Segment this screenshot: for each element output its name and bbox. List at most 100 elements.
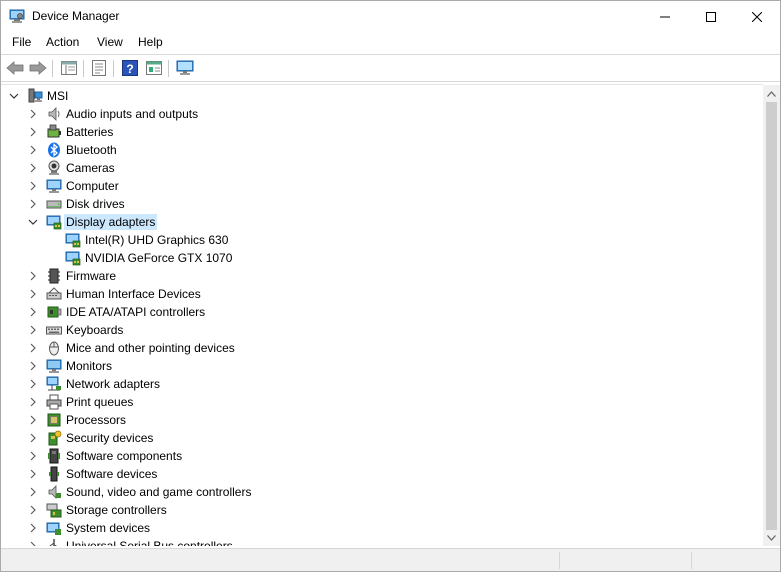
chevron-right-icon[interactable] xyxy=(27,126,39,138)
chevron-right-icon[interactable] xyxy=(27,378,39,390)
chevron-right-icon[interactable] xyxy=(27,486,39,498)
chevron-down-icon[interactable] xyxy=(27,216,39,228)
tree-item-monitors[interactable]: Monitors xyxy=(1,357,763,375)
tree-item-processors[interactable]: Processors xyxy=(1,411,763,429)
firmware-icon xyxy=(46,268,62,284)
chevron-right-icon[interactable] xyxy=(27,144,39,156)
chevron-right-icon[interactable] xyxy=(27,540,39,546)
minimize-button[interactable] xyxy=(642,1,688,32)
chevron-right-icon[interactable] xyxy=(27,468,39,480)
chevron-right-icon[interactable] xyxy=(27,360,39,372)
scroll-down-button[interactable] xyxy=(763,529,780,546)
tree-item-label: IDE ATA/ATAPI controllers xyxy=(66,305,206,319)
tree-item-audio-inputs-and-outputs[interactable]: Audio inputs and outputs xyxy=(1,105,763,123)
chevron-right-icon[interactable] xyxy=(27,504,39,516)
help-button[interactable]: ? xyxy=(120,59,140,77)
display-adapter-icon xyxy=(46,214,62,230)
chevron-right-icon[interactable] xyxy=(27,522,39,534)
status-bar xyxy=(1,548,780,571)
tree-item-cameras[interactable]: Cameras xyxy=(1,159,763,177)
ide-controller-icon xyxy=(46,304,62,320)
computer-root-icon xyxy=(27,88,43,104)
tree-item-label: Monitors xyxy=(66,359,113,373)
status-pane-divider xyxy=(691,552,692,569)
tree-item-label: Software components xyxy=(66,449,183,463)
tree-root-msi[interactable]: MSI xyxy=(1,87,763,105)
properties-icon xyxy=(92,60,106,76)
tree-item-label: Universal Serial Bus controllers xyxy=(66,539,233,546)
tree-item-label: Storage controllers xyxy=(66,503,167,517)
tree-item-batteries[interactable]: Batteries xyxy=(1,123,763,141)
tree-item-label: Display adapters xyxy=(64,214,158,230)
tree-item-display-adapters[interactable]: Display adapters xyxy=(1,213,763,231)
chevron-right-icon[interactable] xyxy=(27,162,39,174)
tree-item-system-devices[interactable]: System devices xyxy=(1,519,763,537)
menu-action[interactable]: Action xyxy=(46,35,79,49)
chevron-right-icon[interactable] xyxy=(27,288,39,300)
menu-view[interactable]: View xyxy=(97,35,123,49)
device-manager-window: Device Manager File Action View Help ? M… xyxy=(0,0,781,572)
keyboard-icon xyxy=(46,322,62,338)
tree-item-print-queues[interactable]: Print queues xyxy=(1,393,763,411)
tree-item-label: Computer xyxy=(66,179,119,193)
tree-item-universal-serial-bus-controllers[interactable]: Universal Serial Bus controllers xyxy=(1,537,763,546)
chevron-right-icon[interactable] xyxy=(27,324,39,336)
scan-hardware-button[interactable] xyxy=(175,59,195,77)
update-driver-button[interactable] xyxy=(144,59,164,77)
tree-item-firmware[interactable]: Firmware xyxy=(1,267,763,285)
tree-item-bluetooth[interactable]: Bluetooth xyxy=(1,141,763,159)
chevron-right-icon[interactable] xyxy=(27,270,39,282)
tree-item-network-adapters[interactable]: Network adapters xyxy=(1,375,763,393)
tree-item-label: Cameras xyxy=(66,161,115,175)
chevron-right-icon[interactable] xyxy=(27,342,39,354)
tree-item-software-components[interactable]: Software components xyxy=(1,447,763,465)
tree-item-ide-ata-atapi-controllers[interactable]: IDE ATA/ATAPI controllers xyxy=(1,303,763,321)
printer-icon xyxy=(46,394,62,410)
speaker-icon xyxy=(46,106,62,122)
system-device-icon xyxy=(46,520,62,536)
window-title: Device Manager xyxy=(32,9,120,23)
close-button[interactable] xyxy=(734,1,780,32)
properties-button[interactable] xyxy=(89,59,109,77)
chevron-right-icon[interactable] xyxy=(27,180,39,192)
tree-item-keyboards[interactable]: Keyboards xyxy=(1,321,763,339)
chevron-right-icon[interactable] xyxy=(27,450,39,462)
tree-item-sound-video-and-game-controllers[interactable]: Sound, video and game controllers xyxy=(1,483,763,501)
tree-item-computer[interactable]: Computer xyxy=(1,177,763,195)
device-tree[interactable]: MSI Audio inputs and outputs Batteries Blue… xyxy=(1,84,763,546)
tree-child-nvidia-geforce-gtx-1070[interactable]: NVIDIA GeForce GTX 1070 xyxy=(1,249,763,267)
chevron-right-icon[interactable] xyxy=(27,396,39,408)
tree-item-label: Audio inputs and outputs xyxy=(66,107,199,121)
tree-item-storage-controllers[interactable]: Storage controllers xyxy=(1,501,763,519)
menu-file[interactable]: File xyxy=(12,35,31,49)
tree-item-disk-drives[interactable]: Disk drives xyxy=(1,195,763,213)
security-device-icon xyxy=(46,430,62,446)
software-component-icon xyxy=(46,448,62,464)
title-bar[interactable]: Device Manager xyxy=(1,1,780,32)
menu-help[interactable]: Help xyxy=(138,35,163,49)
chevron-right-icon[interactable] xyxy=(27,198,39,210)
tree-item-security-devices[interactable]: Security devices xyxy=(1,429,763,447)
scroll-up-button[interactable] xyxy=(763,85,780,102)
back-button[interactable] xyxy=(5,59,25,77)
arrow-left-icon xyxy=(6,61,24,75)
mouse-icon xyxy=(46,340,62,356)
chevron-down-icon[interactable] xyxy=(8,90,20,102)
forward-button[interactable] xyxy=(28,59,48,77)
monitor-scan-icon xyxy=(176,60,194,75)
tree-item-mice-and-other-pointing-devices[interactable]: Mice and other pointing devices xyxy=(1,339,763,357)
maximize-button[interactable] xyxy=(688,1,734,32)
chevron-right-icon[interactable] xyxy=(27,432,39,444)
tree-child-intel-r-uhd-graphics-630[interactable]: Intel(R) UHD Graphics 630 xyxy=(1,231,763,249)
arrow-right-icon xyxy=(29,61,47,75)
chevron-right-icon[interactable] xyxy=(27,414,39,426)
tree-item-human-interface-devices[interactable]: Human Interface Devices xyxy=(1,285,763,303)
show-hide-console-tree-button[interactable] xyxy=(59,59,79,77)
tree-item-software-devices[interactable]: Software devices xyxy=(1,465,763,483)
tree-item-label: Mice and other pointing devices xyxy=(66,341,235,355)
scrollbar-thumb[interactable] xyxy=(766,102,777,530)
chevron-right-icon[interactable] xyxy=(27,108,39,120)
vertical-scrollbar[interactable] xyxy=(763,85,780,546)
chevron-right-icon[interactable] xyxy=(27,306,39,318)
help-icon: ? xyxy=(122,60,138,76)
